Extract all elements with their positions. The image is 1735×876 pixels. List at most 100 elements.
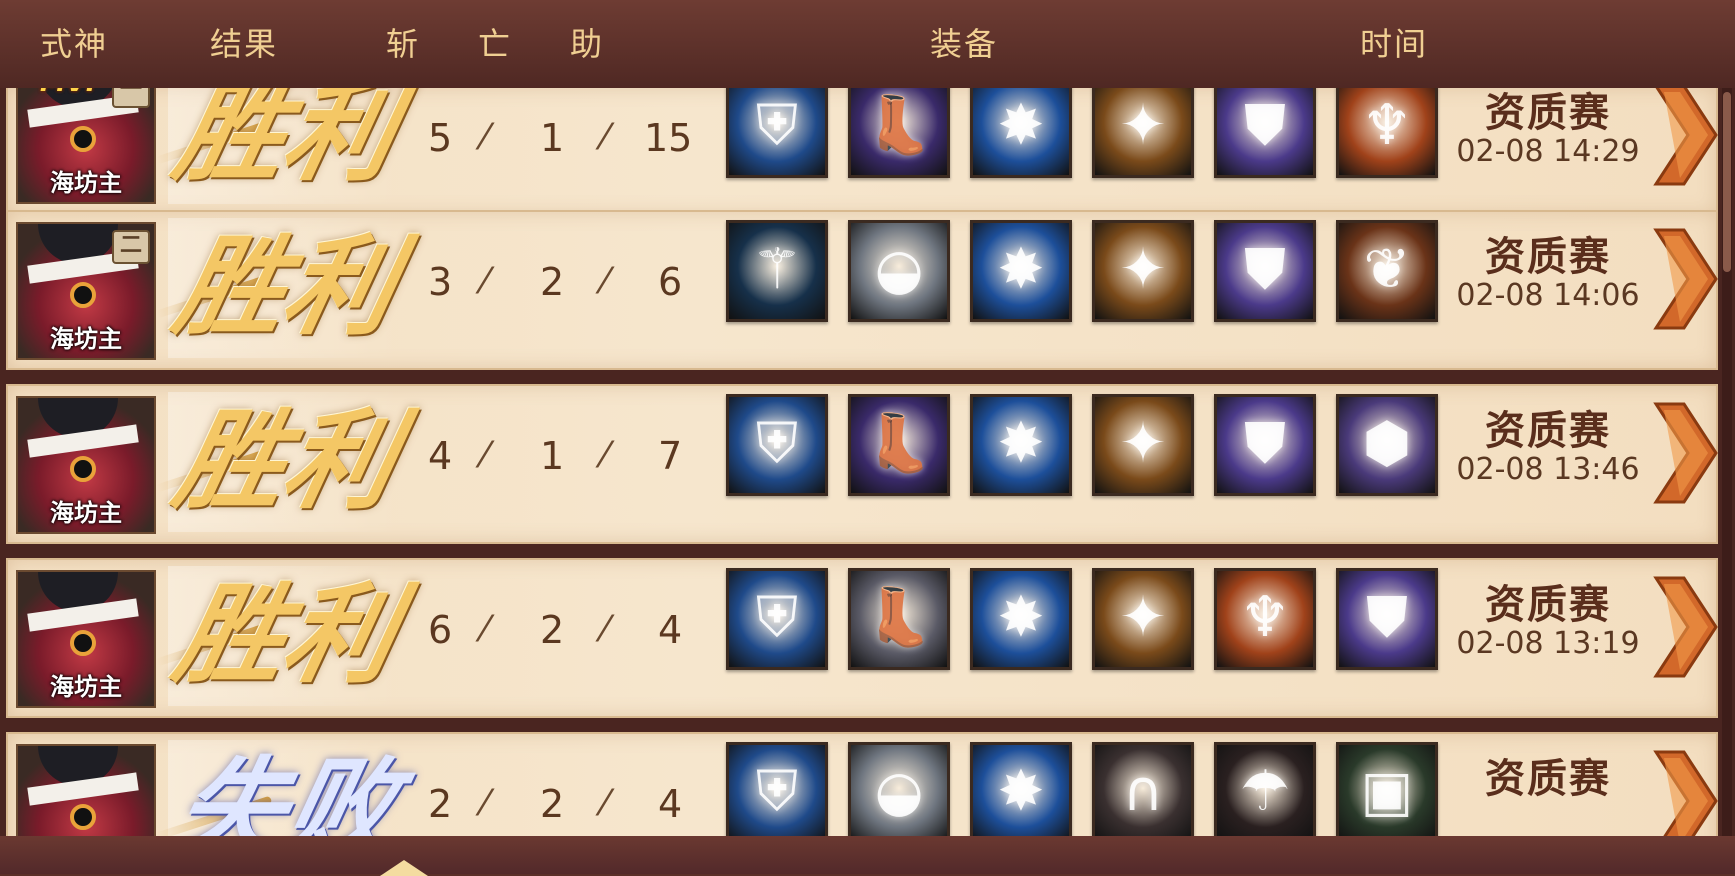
boots-icon: 👢 bbox=[864, 585, 934, 650]
equipment-slot[interactable]: ✸ bbox=[970, 394, 1072, 496]
equipment-slot[interactable]: 👢 bbox=[848, 568, 950, 670]
shikigami-name: 海坊主 bbox=[50, 499, 122, 527]
equipment-slot[interactable]: ❦ bbox=[1336, 220, 1438, 322]
equipment-slot[interactable]: ✸ bbox=[970, 88, 1072, 178]
shoes-icon: ◒ bbox=[874, 237, 924, 302]
equipment-slot[interactable]: ⛨ bbox=[726, 742, 828, 836]
armor-icon: ⛨ bbox=[756, 411, 798, 476]
equipment-slot[interactable]: ⛨ bbox=[726, 88, 828, 178]
boots-icon: 👢 bbox=[864, 411, 934, 476]
robe-icon: ♆ bbox=[1361, 93, 1413, 158]
equipment-slot[interactable]: 👢 bbox=[848, 88, 950, 178]
chevron-right-icon[interactable] bbox=[1650, 574, 1720, 680]
equipment-slot[interactable]: ⛊ bbox=[1214, 88, 1316, 178]
scrollbar[interactable] bbox=[1722, 88, 1732, 836]
assists-value: 4 bbox=[658, 782, 683, 826]
match-mode: 资质赛 bbox=[1485, 755, 1611, 802]
shoes-icon: ◒ bbox=[874, 759, 924, 824]
match-time: 02-08 14:29 bbox=[1456, 134, 1640, 169]
header-kills: 斩 bbox=[386, 25, 421, 63]
robe-icon: ♆ bbox=[1239, 585, 1291, 650]
rank-badge: 二 bbox=[112, 230, 150, 264]
result-badge: 胜利 bbox=[155, 88, 407, 204]
result-badge: 胜利 bbox=[155, 392, 407, 532]
equipment-slot[interactable]: ⛊ bbox=[1214, 394, 1316, 496]
equipment-slot[interactable]: ♆ bbox=[1214, 568, 1316, 670]
match-mode: 资质赛 bbox=[1485, 233, 1611, 280]
table-row[interactable]: 海坊主 胜利 6 ⁄ 2 ⁄ 4 ⛨ 👢 ✸ ✦ ♆ ⛊ 资质赛 02-08 13:19 bbox=[6, 558, 1718, 718]
chevron-right-icon[interactable] bbox=[1650, 748, 1720, 836]
shikigami-avatar[interactable]: 二海坊主 bbox=[16, 222, 156, 360]
equipment-slot[interactable]: ∩ bbox=[1092, 742, 1194, 836]
kills-value: 4 bbox=[428, 434, 453, 478]
match-mode: 资质赛 bbox=[1485, 89, 1611, 136]
header-assists: 助 bbox=[570, 25, 605, 63]
equipment-slot[interactable]: ⛊ bbox=[1336, 568, 1438, 670]
result-text: 胜利 bbox=[164, 88, 408, 196]
kda-separator: ⁄ bbox=[482, 261, 489, 302]
chevron-right-icon[interactable] bbox=[1650, 400, 1720, 506]
assists-value: 7 bbox=[658, 434, 683, 478]
table-row[interactable]: 海坊主 胜利 4 ⁄ 1 ⁄ 7 ⛨ 👢 ✸ ✦ ⛊ ⬢ 资质赛 02-08 13:46 bbox=[6, 384, 1718, 544]
kills-value: 6 bbox=[428, 608, 453, 652]
shoulder-armor-icon: ⛊ bbox=[1244, 93, 1286, 158]
kills-value: 5 bbox=[428, 116, 453, 160]
equipment-slot[interactable]: ⛨ bbox=[726, 394, 828, 496]
fan-icon: ✸ bbox=[997, 411, 1045, 476]
kda-separator: ⁄ bbox=[482, 117, 489, 158]
equipment-slot[interactable]: ☂ bbox=[1214, 742, 1316, 836]
kills-value: 3 bbox=[428, 260, 453, 304]
boots-icon: 👢 bbox=[864, 93, 934, 158]
armor-icon: ⛨ bbox=[756, 93, 798, 158]
deaths-value: 1 bbox=[540, 434, 565, 478]
claw-icon: ✦ bbox=[1119, 585, 1167, 650]
shikigami-avatar[interactable]: 海坊主 bbox=[16, 570, 156, 708]
shikigami-avatar[interactable]: MVP 一海坊主 bbox=[16, 88, 156, 204]
equipment-slot[interactable]: ◒ bbox=[848, 220, 950, 322]
claw-icon: ✦ bbox=[1119, 411, 1167, 476]
shoulder-armor-icon: ⛊ bbox=[1244, 411, 1286, 476]
shikigami-avatar[interactable] bbox=[16, 744, 156, 836]
fan-icon: ✸ bbox=[997, 585, 1045, 650]
table-row[interactable]: 二海坊主 胜利 3 ⁄ 2 ⁄ 6 ⚚ ◒ ✸ ✦ ⛊ ❦ 资质赛 02-08 14:06 bbox=[6, 210, 1718, 370]
equipment-slot[interactable]: ♆ bbox=[1336, 88, 1438, 178]
equipment-slot[interactable]: ✦ bbox=[1092, 220, 1194, 322]
equipment-slot[interactable]: ✸ bbox=[970, 220, 1072, 322]
equipment-slot[interactable]: ⛨ bbox=[726, 568, 828, 670]
equipment-slot[interactable]: ✦ bbox=[1092, 568, 1194, 670]
equipment-slot[interactable]: ◒ bbox=[848, 742, 950, 836]
fan-icon: ✸ bbox=[997, 93, 1045, 158]
equipment-slot[interactable]: ⛊ bbox=[1214, 220, 1316, 322]
shikigami-avatar[interactable]: 海坊主 bbox=[16, 396, 156, 534]
equipment-slot[interactable]: ✦ bbox=[1092, 394, 1194, 496]
kda-separator: ⁄ bbox=[602, 435, 609, 476]
deaths-value: 1 bbox=[540, 116, 565, 160]
assists-value: 6 bbox=[658, 260, 683, 304]
result-badge: 胜利 bbox=[155, 566, 407, 706]
result-text: 胜利 bbox=[164, 224, 408, 350]
scrollbar-thumb[interactable] bbox=[1723, 92, 1731, 272]
assists-value: 15 bbox=[644, 116, 693, 160]
shoulder-armor-icon: ⛊ bbox=[1366, 585, 1408, 650]
equipment-slot[interactable]: 👢 bbox=[848, 394, 950, 496]
table-row[interactable]: 失败 2 ⁄ 2 ⁄ 4 ⛨ ◒ ✸ ∩ ☂ ▣ 资质赛 bbox=[6, 732, 1718, 836]
chevron-right-icon[interactable] bbox=[1650, 88, 1720, 188]
result-badge: 胜利 bbox=[155, 218, 407, 358]
result-badge: 失败 bbox=[155, 740, 407, 836]
match-history-list[interactable]: MVP一海坊主胜利5⁄1⁄15⛨👢✸✦⛊♆资质赛02-08 14:29二海坊主胜… bbox=[0, 88, 1735, 836]
equipment-slot[interactable]: ▣ bbox=[1336, 742, 1438, 836]
shield-icon: ⬢ bbox=[1362, 411, 1412, 476]
equipment-slot[interactable]: ✦ bbox=[1092, 88, 1194, 178]
tile-icon: ▣ bbox=[1360, 759, 1414, 824]
equipment-slot[interactable]: ✸ bbox=[970, 742, 1072, 836]
equipment-slot[interactable]: ✸ bbox=[970, 568, 1072, 670]
chevron-right-icon[interactable] bbox=[1650, 226, 1720, 332]
assists-value: 4 bbox=[658, 608, 683, 652]
table-row[interactable]: MVP 一海坊主 胜利 5 ⁄ 1 ⁄ 15 ⛨ 👢 ✸ ✦ ⛊ ♆ 资质赛02-08 14:29 bbox=[6, 88, 1718, 216]
equipment-slot[interactable]: ⬢ bbox=[1336, 394, 1438, 496]
header-deaths: 亡 bbox=[478, 25, 513, 63]
result-text: 失败 bbox=[164, 746, 408, 836]
result-text: 胜利 bbox=[164, 398, 408, 524]
equipment-slot[interactable]: ⚚ bbox=[726, 220, 828, 322]
kills-value: 2 bbox=[428, 782, 453, 826]
